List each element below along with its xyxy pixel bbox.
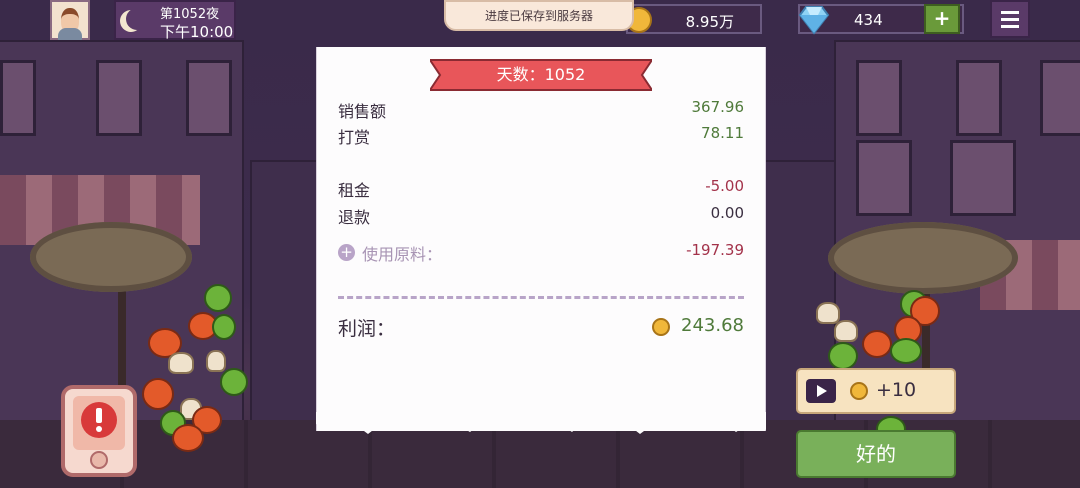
tree-right bbox=[828, 222, 1018, 294]
day-number: 天数：1052 bbox=[496, 65, 586, 84]
ingredients-row[interactable]: + 使用原料： -197.39 bbox=[338, 241, 744, 265]
refund-value: 0.00 bbox=[710, 204, 744, 222]
pepper-slice bbox=[220, 368, 248, 396]
expand-plus-icon[interactable]: + bbox=[338, 244, 355, 261]
mushroom-slice bbox=[206, 350, 226, 372]
sales-label: 销售额 bbox=[338, 102, 387, 121]
profit-label: 利润： bbox=[338, 318, 396, 340]
window bbox=[856, 60, 902, 136]
sales-row: 销售额 367.96 bbox=[338, 98, 744, 122]
tips-label: 打赏 bbox=[338, 128, 371, 147]
window bbox=[950, 140, 1016, 216]
tomato-slice bbox=[862, 330, 892, 358]
pepper-slice bbox=[204, 284, 232, 312]
coin-icon bbox=[652, 318, 670, 336]
diamond-icon bbox=[798, 6, 830, 35]
rent-value: -5.00 bbox=[705, 177, 744, 195]
refund-row: 退款 0.00 bbox=[338, 204, 744, 228]
coin-balance: 8.95万 bbox=[626, 4, 762, 34]
menu-icon bbox=[1001, 25, 1019, 28]
save-toast: 进度已保存到服务器 bbox=[444, 0, 634, 31]
receipt-torn-edge bbox=[316, 412, 766, 434]
menu-icon bbox=[1001, 11, 1019, 14]
receipt-divider bbox=[338, 296, 744, 299]
avatar-body bbox=[58, 28, 82, 40]
pepper-slice bbox=[212, 314, 236, 340]
window bbox=[0, 60, 36, 136]
ad-reward-amount: +10 bbox=[876, 379, 917, 401]
tomato-slice bbox=[142, 378, 174, 410]
ingredients-value: -197.39 bbox=[686, 241, 744, 259]
add-gems-button[interactable]: + bbox=[924, 4, 960, 34]
window bbox=[96, 60, 142, 136]
menu-icon bbox=[1001, 18, 1019, 21]
day-clock-panel: 第1052夜 下午10:00 bbox=[114, 0, 236, 41]
pepper-slice bbox=[890, 338, 922, 364]
sales-value: 367.96 bbox=[691, 98, 745, 116]
alert-card-icon[interactable] bbox=[60, 384, 138, 478]
night-counter: 第1052夜 bbox=[160, 7, 220, 22]
mushroom-slice bbox=[834, 320, 858, 342]
ingredients-label: 使用原料： bbox=[362, 245, 443, 264]
clock: 下午10:00 bbox=[160, 23, 234, 41]
back-building bbox=[250, 160, 324, 424]
mushroom-slice bbox=[168, 352, 194, 374]
menu-button[interactable] bbox=[990, 0, 1030, 38]
window bbox=[1040, 60, 1080, 136]
profit-value: 243.68 bbox=[681, 315, 744, 336]
play-video-icon bbox=[806, 379, 836, 403]
profit-row: 利润： 243.68 bbox=[338, 314, 744, 342]
pepper-slice bbox=[828, 342, 858, 370]
moon-icon bbox=[126, 8, 148, 30]
window bbox=[956, 60, 1002, 136]
tips-value: 78.11 bbox=[701, 124, 744, 142]
tomato-slice bbox=[172, 424, 204, 452]
window bbox=[186, 60, 232, 136]
tips-row: 打赏 78.11 bbox=[338, 124, 744, 148]
watch-ad-reward-button[interactable]: +10 bbox=[796, 368, 956, 414]
coin-amount: 8.95万 bbox=[685, 13, 734, 31]
tree-left bbox=[30, 222, 192, 292]
window bbox=[856, 140, 912, 216]
ok-button[interactable]: 好的 bbox=[796, 430, 956, 478]
rent-row: 租金 -5.00 bbox=[338, 177, 744, 201]
gem-amount: 434 bbox=[854, 11, 883, 29]
mushroom-slice bbox=[816, 302, 840, 324]
coin-icon bbox=[850, 382, 868, 400]
player-avatar[interactable] bbox=[50, 0, 90, 40]
rent-label: 租金 bbox=[338, 181, 371, 200]
refund-label: 退款 bbox=[338, 208, 371, 227]
